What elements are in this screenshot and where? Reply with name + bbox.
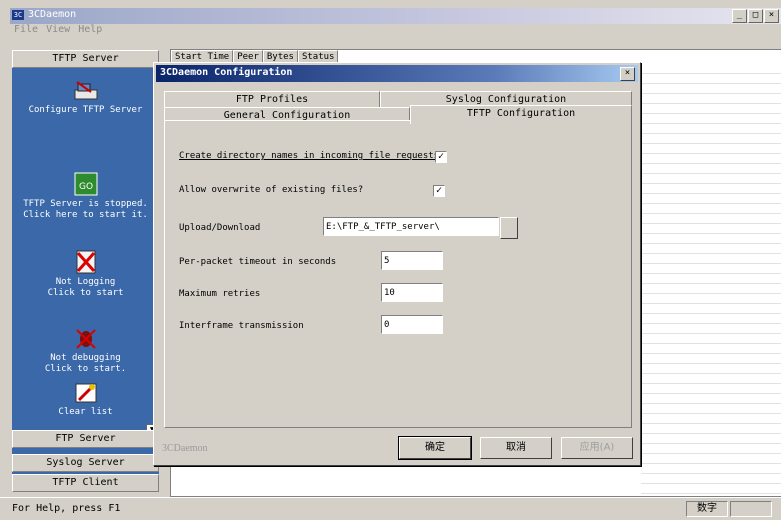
app-window: 3C 3CDaemon _ □ × File View Help TFTP Se…	[0, 0, 781, 520]
sidebar-item-clear-label: Clear list	[58, 407, 113, 417]
ok-button[interactable]: 确定	[398, 436, 472, 460]
status-text: For Help, press F1	[12, 503, 121, 514]
window-title: 3CDaemon	[28, 9, 77, 20]
tab-ftp-profiles[interactable]: FTP Profiles	[164, 91, 380, 108]
interframe-field[interactable]: 0	[381, 315, 443, 334]
tab-tftp-configuration[interactable]: TFTP Configuration	[410, 105, 632, 124]
tftp-configuration-page: Create directory names in incoming file …	[164, 120, 632, 428]
interframe-label: Interframe transmission	[179, 321, 304, 331]
apply-button[interactable]: 应用(A)	[561, 437, 633, 459]
sidebar-header-tftp-server[interactable]: TFTP Server	[12, 50, 159, 68]
timeout-label: Per-packet timeout in seconds	[179, 257, 337, 267]
clear-list-icon	[73, 380, 99, 404]
sidebar-item-clear-list[interactable]: Clear list	[12, 380, 159, 418]
allow-overwrite-label: Allow overwrite of existing files?	[179, 185, 364, 195]
status-indicator: 数字	[686, 501, 728, 517]
max-retries-field[interactable]: 10	[381, 283, 443, 302]
maximize-button[interactable]: □	[748, 9, 763, 23]
column-headers: Start Time Peer Bytes Status	[171, 50, 339, 64]
sidebar-button-ftp-server[interactable]: FTP Server	[12, 430, 159, 448]
max-retries-label: Maximum retries	[179, 289, 261, 299]
dialog-footer-brand: 3CDaemon	[162, 443, 208, 454]
title-bar: 3C 3CDaemon _ □ ×	[10, 8, 781, 24]
browse-button[interactable]	[500, 217, 518, 239]
sidebar-button-syslog-server[interactable]: Syslog Server	[12, 454, 159, 472]
svg-text:GO: GO	[78, 182, 92, 192]
app-icon: 3C	[12, 10, 24, 20]
minimize-button[interactable]: _	[732, 9, 747, 23]
sidebar-item-debugging-label: Not debugging Click to start.	[44, 353, 127, 374]
sidebar-item-logging[interactable]: Not Logging Click to start	[12, 228, 159, 310]
dialog-title: 3CDaemon Configuration	[160, 67, 293, 78]
status-indicator-empty	[730, 501, 772, 517]
menu-help[interactable]: Help	[78, 24, 102, 38]
configure-icon	[73, 78, 99, 102]
allow-overwrite-checkbox[interactable]: ✓	[433, 185, 445, 197]
sidebar-item-start-label: TFTP Server is stopped. Click here to st…	[23, 199, 148, 220]
menu-view[interactable]: View	[46, 24, 70, 38]
list-grid-lines	[641, 64, 781, 494]
timeout-field[interactable]: 5	[381, 251, 443, 270]
sidebar: TFTP Server Configure TFTP Server GO TFT…	[12, 50, 159, 495]
create-dirs-label: Create directory names in incoming file …	[179, 151, 445, 161]
dialog-close-button[interactable]: ×	[620, 67, 635, 81]
cancel-button[interactable]: 取消	[480, 437, 552, 459]
configuration-dialog: 3CDaemon Configuration × FTP Profiles Sy…	[153, 62, 641, 466]
sidebar-item-logging-label: Not Logging Click to start	[47, 277, 124, 298]
sidebar-panel: Configure TFTP Server GO TFTP Server is …	[12, 68, 159, 482]
create-dirs-checkbox[interactable]: ✓	[435, 151, 447, 163]
sidebar-button-tftp-client[interactable]: TFTP Client	[12, 474, 159, 492]
sidebar-item-configure-label: Configure TFTP Server	[28, 105, 143, 115]
close-button[interactable]: ×	[764, 9, 779, 23]
menu-bar: File View Help	[10, 24, 102, 38]
upload-download-path-field[interactable]: E:\FTP_&_TFTP_server\	[323, 217, 499, 236]
sidebar-item-configure[interactable]: Configure TFTP Server	[12, 78, 159, 116]
status-bar: For Help, press F1 数字	[0, 497, 781, 520]
logging-icon	[73, 239, 99, 274]
menu-file[interactable]: File	[14, 24, 38, 38]
debug-icon	[73, 315, 99, 349]
window-controls: _ □ ×	[732, 9, 779, 23]
sidebar-item-debugging[interactable]: Not debugging Click to start.	[12, 304, 159, 386]
upload-download-label: Upload/Download	[179, 223, 261, 233]
sidebar-item-start-server[interactable]: GO TFTP Server is stopped. Click here to…	[12, 150, 159, 232]
go-icon: GO	[73, 161, 99, 196]
dialog-title-bar: 3CDaemon Configuration ×	[156, 65, 638, 82]
